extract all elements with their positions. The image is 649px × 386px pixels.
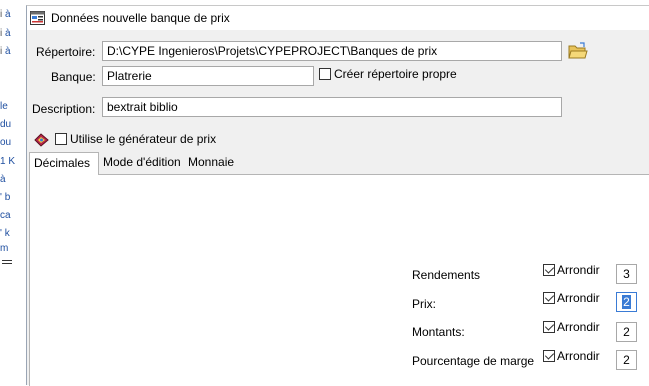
pourcentage-marge-arrondir-checkbox[interactable] — [543, 350, 555, 362]
banque-input[interactable] — [107, 67, 309, 85]
utilise-generateur-label[interactable]: Utilise le générateur de prix — [70, 132, 216, 146]
montants-arrondir-label[interactable]: Arrondir — [557, 320, 600, 334]
background-line: à — [0, 174, 6, 185]
repertoire-label: Répertoire: — [36, 45, 96, 59]
background-rule — [2, 260, 12, 261]
repertoire-input[interactable] — [107, 42, 557, 60]
background-line: ' b — [0, 192, 11, 203]
pourcentage-marge-label: Pourcentage de marge — [412, 354, 535, 368]
background-line: m — [0, 243, 9, 254]
montants-label: Montants: — [412, 325, 465, 339]
new-price-bank-dialog: Données nouvelle banque de prix Répertoi… — [26, 5, 649, 386]
background-line: ou — [0, 137, 12, 148]
background-line: i à — [0, 28, 11, 39]
prix-arrondir-checkbox[interactable] — [543, 292, 555, 304]
description-label: Description: — [32, 102, 96, 116]
background-line: ' k — [0, 228, 10, 239]
montants-decimals-input[interactable]: 2 — [616, 322, 637, 342]
background-line: 1 K — [0, 156, 16, 167]
repertoire-field[interactable] — [102, 41, 562, 61]
prix-decimals-input[interactable]: 2 — [616, 292, 637, 312]
price-generator-icon — [34, 133, 49, 147]
folder-open-icon[interactable] — [568, 42, 588, 60]
tab-monnaie[interactable]: Monnaie — [184, 152, 242, 174]
creer-repertoire-checkbox[interactable] — [319, 68, 331, 80]
dialog-app-icon — [30, 11, 45, 25]
rendements-decimals-input[interactable]: 3 — [616, 264, 637, 284]
prix-arrondir-label[interactable]: Arrondir — [557, 291, 600, 305]
description-input[interactable] — [107, 98, 557, 116]
pourcentage-marge-arrondir-label[interactable]: Arrondir — [557, 349, 600, 363]
banque-field[interactable] — [102, 66, 314, 86]
pourcentage-marge-decimals-input[interactable]: 2 — [616, 350, 637, 370]
rendements-arrondir-checkbox[interactable] — [543, 264, 555, 276]
background-line: i à — [0, 46, 11, 57]
tab-mode-edition[interactable]: Mode d'édition — [99, 152, 185, 174]
background-line: i à — [0, 9, 11, 20]
background-line: ca — [0, 210, 11, 221]
background-rule — [2, 263, 12, 264]
rendements-label: Rendements — [412, 268, 481, 282]
dialog-titlebar[interactable]: Données nouvelle banque de prix — [27, 6, 649, 30]
prix-label: Prix: — [412, 297, 436, 311]
decimales-panel — [29, 174, 649, 386]
dialog-title: Données nouvelle banque de prix — [51, 11, 230, 25]
background-document: i à i à i à le du ou 1 K à ' b ca ' k m — [0, 0, 26, 385]
description-field[interactable] — [102, 97, 562, 117]
background-line: du — [0, 119, 12, 130]
banque-label: Banque: — [51, 70, 96, 84]
montants-arrondir-checkbox[interactable] — [543, 321, 555, 333]
utilise-generateur-checkbox[interactable] — [55, 133, 67, 145]
background-line: le — [0, 101, 8, 112]
rendements-arrondir-label[interactable]: Arrondir — [557, 263, 600, 277]
creer-repertoire-label[interactable]: Créer répertoire propre — [334, 67, 457, 81]
tab-decimales[interactable]: Décimales — [29, 152, 99, 175]
